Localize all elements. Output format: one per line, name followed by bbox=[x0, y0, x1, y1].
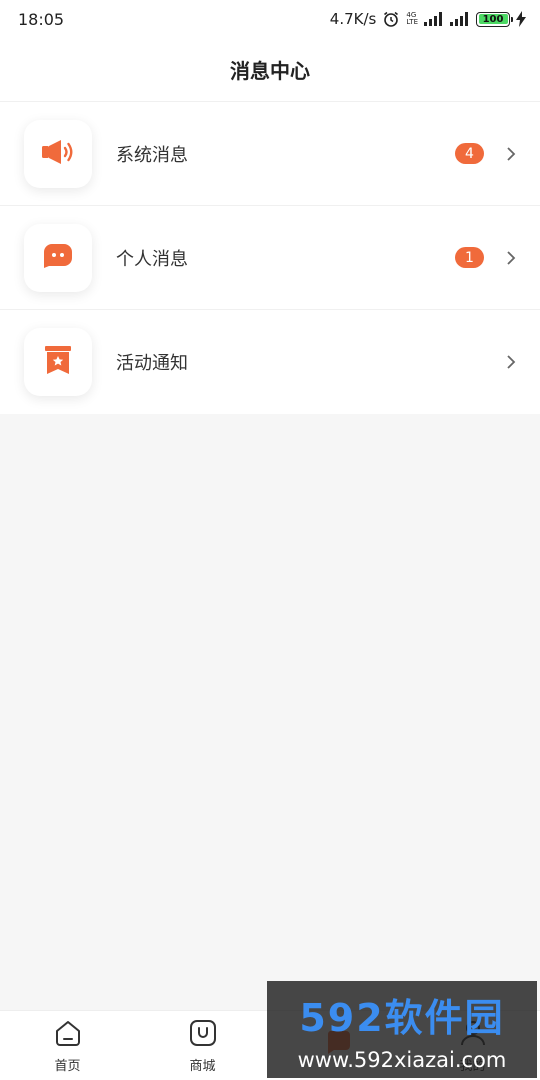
shopping-bag-icon bbox=[189, 1019, 217, 1051]
message-item-label: 系统消息 bbox=[116, 144, 188, 166]
message-item-personal[interactable]: 个人消息 1 bbox=[0, 206, 540, 310]
alarm-clock-icon bbox=[382, 10, 400, 28]
message-list: 系统消息 4 个人消息 1 活动通知 bbox=[0, 102, 540, 414]
network-speed: 4.7K/s bbox=[329, 10, 377, 28]
watermark-url: www.592xiazai.com bbox=[297, 1048, 507, 1072]
chevron-right-icon bbox=[506, 250, 516, 266]
header: 消息中心 bbox=[0, 38, 540, 102]
watermark-title: 592软件园 bbox=[299, 996, 505, 1040]
tab-label: 首页 bbox=[54, 1058, 81, 1074]
chat-bubble-icon bbox=[43, 243, 73, 273]
icon-card bbox=[24, 223, 92, 292]
icon-card bbox=[24, 119, 92, 188]
chevron-right-icon bbox=[506, 354, 516, 370]
watermark: 592软件园 www.592xiazai.com bbox=[267, 981, 537, 1078]
message-item-label: 活动通知 bbox=[116, 353, 188, 374]
icon-card bbox=[24, 328, 92, 396]
status-time: 18:05 bbox=[18, 9, 65, 29]
network-type: 4G LTE bbox=[406, 11, 418, 26]
unread-count-badge: 4 bbox=[455, 143, 484, 164]
status-bar: 18:05 4.7K/s 4G LTE 100 bbox=[0, 0, 540, 38]
unread-count-badge: 1 bbox=[455, 247, 484, 268]
battery-icon: 100 bbox=[476, 11, 513, 27]
message-item-activity[interactable]: 活动通知 bbox=[0, 310, 540, 414]
message-item-label: 个人消息 bbox=[116, 248, 188, 270]
battery-level: 100 bbox=[482, 13, 504, 25]
page-title: 消息中心 bbox=[230, 59, 310, 83]
message-item-system[interactable]: 系统消息 4 bbox=[0, 102, 540, 206]
home-icon bbox=[54, 1019, 82, 1051]
chevron-right-icon bbox=[506, 146, 516, 162]
event-flag-icon bbox=[45, 345, 71, 379]
tab-home[interactable]: 首页 bbox=[0, 1011, 135, 1080]
tab-label: 商城 bbox=[189, 1058, 216, 1074]
cell-signal-2-icon bbox=[450, 12, 470, 26]
megaphone-icon bbox=[41, 138, 75, 170]
status-indicators: 4.7K/s 4G LTE 100 bbox=[330, 10, 526, 28]
charging-bolt-icon bbox=[516, 11, 526, 27]
tab-mall[interactable]: 商城 bbox=[135, 1011, 270, 1080]
cell-signal-icon bbox=[424, 12, 444, 26]
